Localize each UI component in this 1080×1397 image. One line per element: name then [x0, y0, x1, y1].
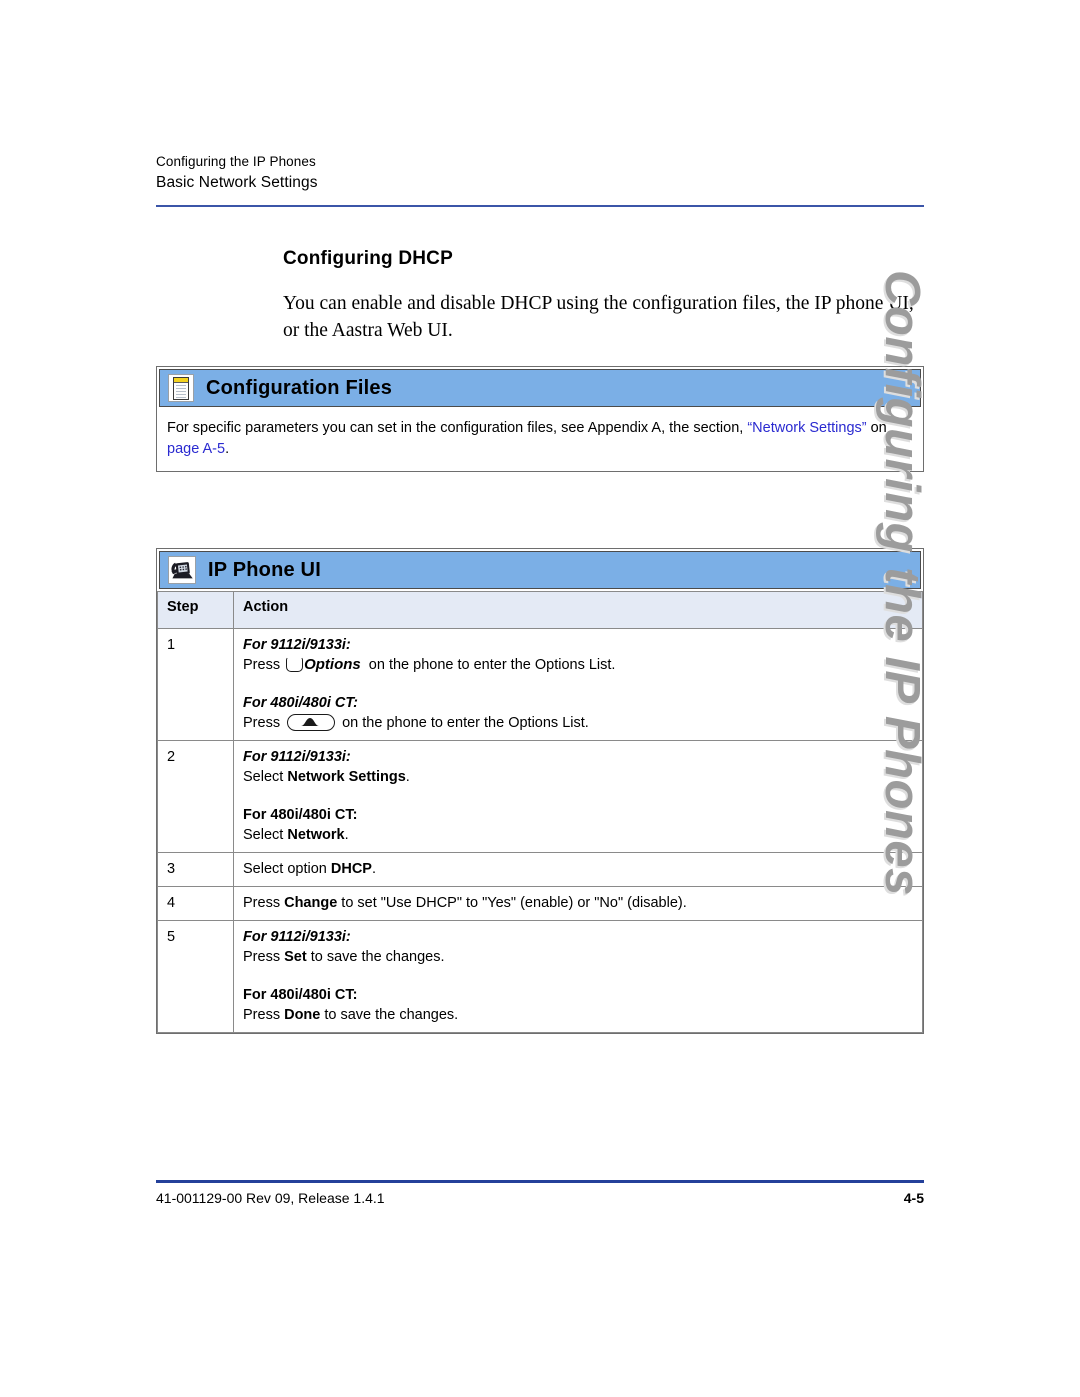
- action-text-before: Select: [243, 827, 288, 843]
- link-page-a5[interactable]: page A-5: [167, 441, 225, 457]
- table-row: 2 For 9112i/9133i: Select Network Settin…: [157, 740, 923, 853]
- column-header-step: Step: [157, 591, 234, 629]
- callout-text-end: .: [225, 441, 230, 457]
- menu-item-name: Network Settings: [287, 769, 406, 785]
- action-text-before: Press: [243, 715, 285, 731]
- page-title: Configuring DHCP: [283, 248, 453, 269]
- step-action: Press Change to set "Use DHCP" to "Yes" …: [233, 886, 923, 921]
- action-text-after: on the phone to enter the Options List.: [364, 657, 616, 673]
- menu-item-name: DHCP: [330, 861, 372, 877]
- table-row: 1 For 9112i/9133i: Press Options on the …: [157, 628, 923, 741]
- desk-phone-icon: [168, 556, 196, 584]
- configuration-files-title: Configuration Files: [206, 376, 393, 399]
- step-action: For 9112i/9133i: Press Options on the ph…: [233, 628, 923, 741]
- table-row: 5 For 9112i/9133i: Press Set to save the…: [157, 920, 923, 1033]
- action-text-after: .: [371, 861, 376, 877]
- action-text-before: Press: [243, 895, 285, 911]
- device-label: For 9112i/9133i:: [243, 749, 351, 765]
- link-network-settings[interactable]: “Network Settings”: [747, 420, 866, 436]
- action-line: Select option DHCP.: [243, 859, 914, 879]
- device-label: For 480i/480i CT:: [243, 807, 358, 823]
- action-line: Select Network.: [243, 825, 914, 845]
- action-text-before: Press: [243, 1007, 285, 1023]
- running-head-chapter: Configuring the IP Phones: [156, 154, 316, 169]
- action-line: Select Network Settings.: [243, 767, 914, 787]
- action-text-before: Press: [243, 657, 285, 673]
- header-rule: [156, 205, 924, 207]
- callout-text-lead: For specific parameters you can set in t…: [167, 420, 748, 436]
- oval-arrow-key-icon: [287, 714, 336, 731]
- document-page: Configuring the IP Phones Basic Network …: [0, 0, 1080, 1397]
- menu-item-name: Network: [287, 827, 345, 843]
- action-line: Press Done to save the changes.: [243, 1005, 914, 1025]
- step-action: For 9112i/9133i: Press Set to save the c…: [233, 920, 923, 1033]
- step-number: 3: [157, 852, 234, 887]
- action-text-after: on the phone to enter the Options List.: [338, 715, 589, 731]
- action-text-before: Select: [243, 769, 288, 785]
- table-header-row: Step Action: [157, 591, 923, 629]
- ip-phone-ui-callout: IP Phone UI Step Action 1 For 9112i/9133…: [156, 548, 924, 1034]
- action-text-after: to save the changes.: [306, 949, 445, 965]
- running-head: Configuring the IP Phones Basic Network …: [156, 152, 926, 194]
- action-text-after: .: [344, 827, 349, 843]
- softkey-name: Done: [284, 1007, 321, 1023]
- table-row: 4 Press Change to set "Use DHCP" to "Yes…: [157, 886, 923, 921]
- device-label: For 9112i/9133i:: [243, 929, 351, 945]
- step-action: For 9112i/9133i: Select Network Settings…: [233, 740, 923, 853]
- action-line: Press Options on the phone to enter the …: [243, 655, 914, 675]
- action-line: Press on the phone to enter the Options …: [243, 713, 914, 733]
- intro-paragraph: You can enable and disable DHCP using th…: [283, 293, 914, 341]
- table-row: 3 Select option DHCP.: [157, 852, 923, 887]
- column-header-action: Action: [233, 591, 923, 629]
- device-label: For 480i/480i CT:: [243, 987, 358, 1003]
- configuration-files-body: For specific parameters you can set in t…: [157, 409, 923, 471]
- device-label: For 480i/480i CT:: [243, 695, 358, 711]
- footer-rule: [156, 1180, 924, 1183]
- device-label: For 9112i/9133i:: [243, 637, 351, 653]
- configuration-files-header: Configuration Files: [159, 369, 921, 407]
- chapter-side-tab: Configuring the IP Phones: [875, 270, 929, 896]
- step-number: 2: [157, 740, 234, 853]
- steps-table: Step Action 1 For 9112i/9133i: Press Opt…: [157, 591, 923, 1033]
- action-text-before: Select option: [243, 861, 331, 877]
- action-text-after: to set "Use DHCP" to "Yes" (enable) or "…: [337, 895, 687, 911]
- step-action: Select option DHCP.: [233, 852, 923, 887]
- footer-page-number: 4-5: [903, 1190, 924, 1206]
- footer-document-id: 41-001129-00 Rev 09, Release 1.4.1: [156, 1190, 385, 1206]
- action-text-after: to save the changes.: [320, 1007, 459, 1023]
- configuration-files-callout: Configuration Files For specific paramet…: [156, 366, 924, 472]
- options-key-icon: [286, 657, 304, 672]
- step-number: 4: [157, 886, 234, 921]
- action-line: Press Change to set "Use DHCP" to "Yes" …: [243, 893, 914, 913]
- running-head-section: Basic Network Settings: [156, 174, 318, 191]
- options-key-label: Options: [304, 656, 361, 673]
- softkey-name: Set: [284, 949, 307, 965]
- action-text-before: Press: [243, 949, 285, 965]
- notepad-icon: [168, 374, 194, 402]
- step-number: 1: [157, 628, 234, 741]
- softkey-name: Change: [284, 895, 338, 911]
- ip-phone-ui-title: IP Phone UI: [208, 558, 321, 581]
- ip-phone-ui-header: IP Phone UI: [159, 551, 921, 589]
- action-line: Press Set to save the changes.: [243, 947, 914, 967]
- step-number: 5: [157, 920, 234, 1033]
- action-text-after: .: [405, 769, 410, 785]
